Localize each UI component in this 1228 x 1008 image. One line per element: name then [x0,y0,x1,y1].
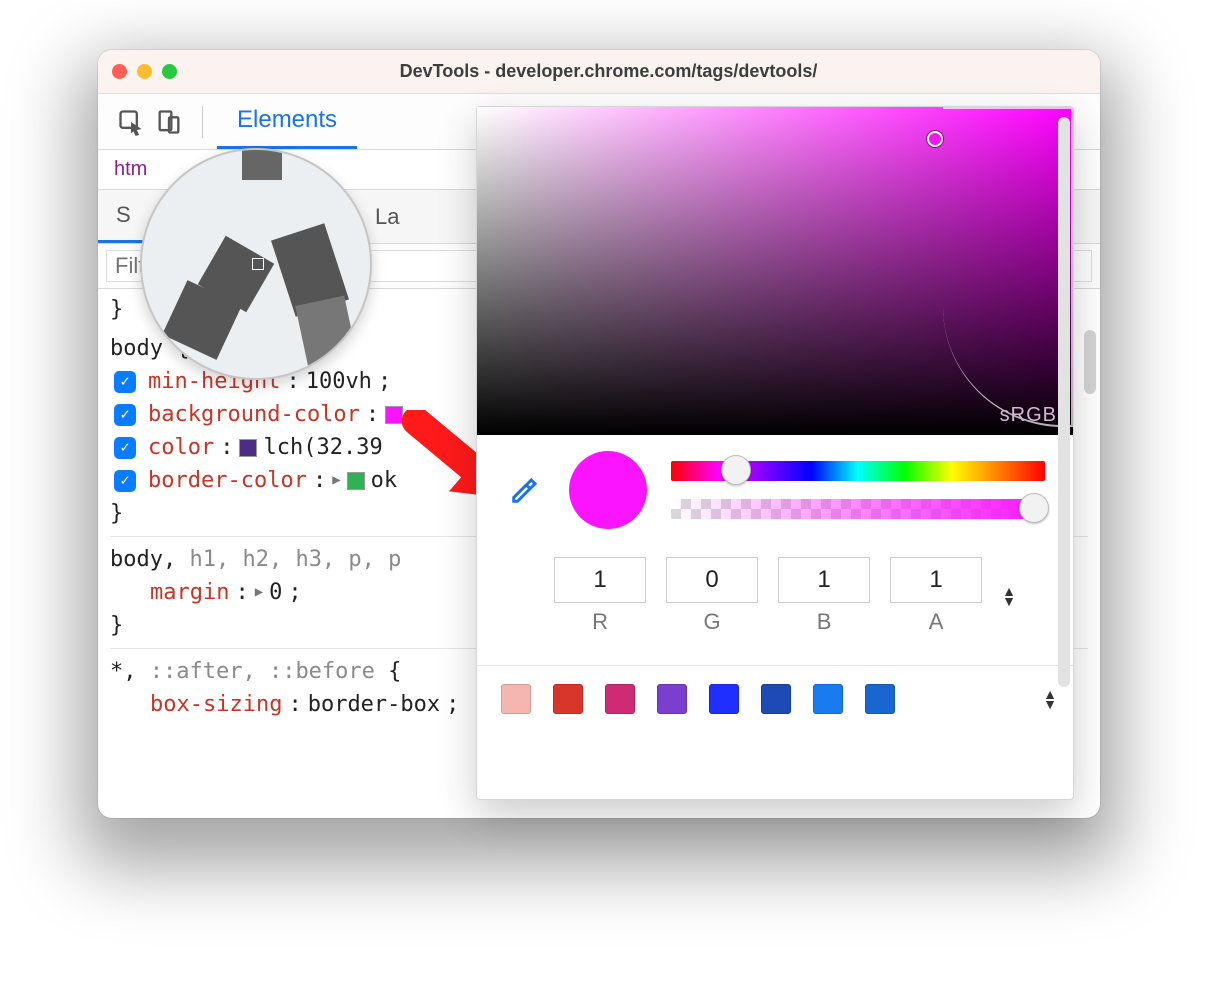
scrollbar[interactable] [1084,330,1096,394]
property-checkbox[interactable]: ✓ [114,371,136,393]
scrollbar[interactable] [1058,117,1070,687]
eyedropper-button[interactable] [505,470,545,510]
palette-swatch[interactable] [605,684,635,714]
prop-name: margin [150,576,229,609]
color-swatch-icon[interactable] [239,439,257,457]
palette-stepper[interactable]: ▲ ▼ [1043,689,1057,709]
hue-knob[interactable] [721,455,751,485]
window-controls [112,64,177,79]
hue-slider[interactable] [671,461,1045,481]
channel-inputs: R G B A ▲ ▼ [505,557,1065,635]
expand-triangle-icon[interactable]: ▶ [255,582,263,603]
property-checkbox[interactable]: ✓ [114,437,136,459]
prop-value: border-box [308,688,440,721]
tab-elements[interactable]: Elements [217,94,357,149]
channel-a-label: A [929,609,944,635]
prop-value: ok [371,464,398,497]
prop-value: 0 [269,576,282,609]
gamut-label: sRGB [1000,404,1057,427]
property-checkbox[interactable]: ✓ [114,470,136,492]
expand-triangle-icon[interactable]: ▶ [332,470,340,491]
palette-swatch[interactable] [657,684,687,714]
palette-swatch[interactable] [709,684,739,714]
alpha-knob[interactable] [1019,493,1049,523]
eyedropper-magnifier[interactable] [140,148,372,380]
chevron-down-icon[interactable]: ▼ [1002,596,1016,606]
zoom-window-button[interactable] [162,64,177,79]
color-swatch-icon[interactable] [347,472,365,490]
spectrum-field[interactable]: sRGB [477,107,1073,435]
property-checkbox[interactable]: ✓ [114,404,136,426]
spectrum-thumb[interactable] [927,131,943,147]
prop-value: lch(32.39 [263,431,382,464]
breadcrumb-html: htm [114,158,147,180]
palette-swatch[interactable] [553,684,583,714]
subtab-styles[interactable]: S [98,190,149,243]
toolbar-divider [202,106,203,138]
palette-swatches: ▲ ▼ [477,665,1073,728]
color-preview-circle [569,451,647,529]
titlebar: DevTools - developer.chrome.com/tags/dev… [98,50,1100,94]
chevron-down-icon[interactable]: ▼ [1043,699,1057,709]
palette-swatch[interactable] [865,684,895,714]
minimize-window-button[interactable] [137,64,152,79]
channel-b-label: B [817,609,832,635]
channel-r-label: R [592,609,608,635]
channel-b-input[interactable] [778,557,870,603]
window-title: DevTools - developer.chrome.com/tags/dev… [177,61,1100,82]
prop-name: color [148,431,214,464]
close-window-button[interactable] [112,64,127,79]
color-mode-stepper[interactable]: ▲ ▼ [1002,586,1016,606]
device-toggle-icon[interactable] [150,103,188,141]
palette-swatch[interactable] [761,684,791,714]
prop-name: box-sizing [150,688,282,721]
prop-name: border-color [148,464,307,497]
palette-swatch[interactable] [813,684,843,714]
alpha-slider[interactable] [671,499,1045,519]
channel-g-label: G [704,609,721,635]
palette-swatch[interactable] [501,684,531,714]
eyedropper-target-pixel [252,258,264,270]
channel-r-input[interactable] [554,557,646,603]
inspect-element-icon[interactable] [112,103,150,141]
channel-g-input[interactable] [666,557,758,603]
channel-a-input[interactable] [890,557,982,603]
prop-name: background-color [148,398,360,431]
color-picker-panel: sRGB R [476,106,1074,800]
